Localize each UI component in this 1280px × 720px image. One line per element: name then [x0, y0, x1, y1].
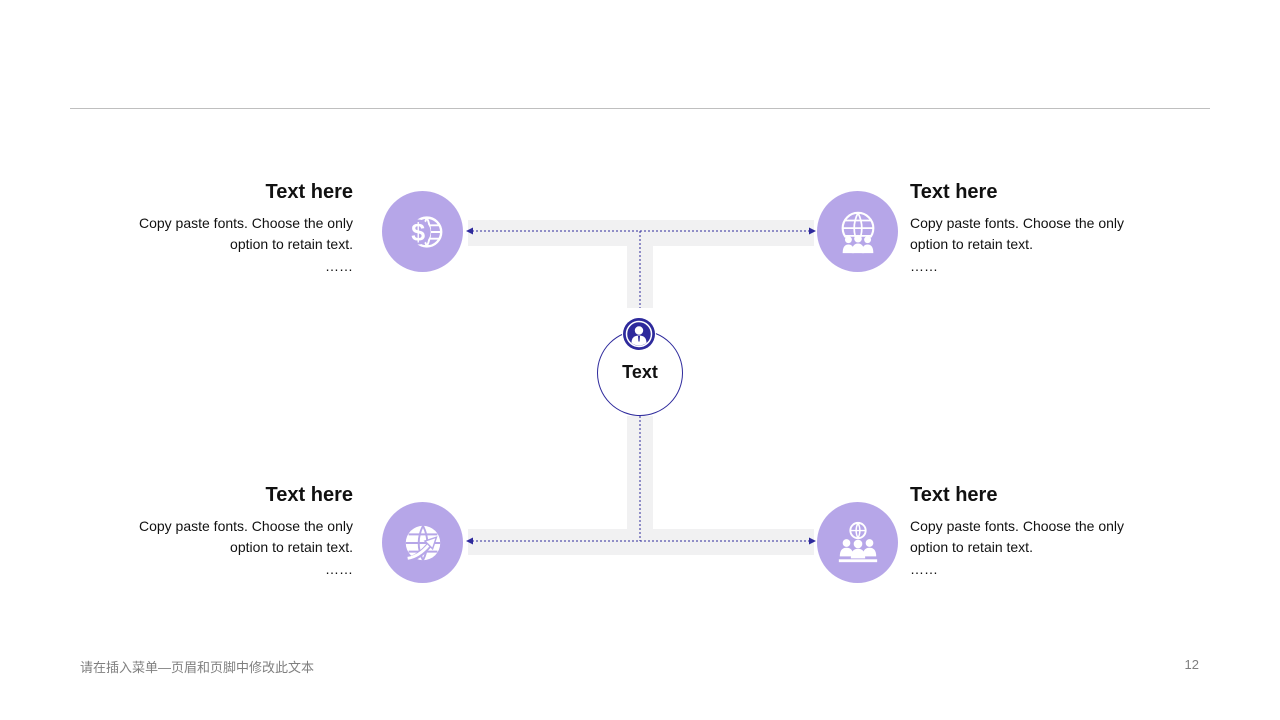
- block-ellipsis: ……: [910, 561, 938, 577]
- block-ellipsis: ……: [325, 561, 353, 577]
- text-block-bottom-right: Text here Copy paste fonts. Choose the o…: [910, 483, 1150, 580]
- text-block-top-right: Text here Copy paste fonts. Choose the o…: [910, 180, 1150, 277]
- text-block-top-left: Text here Copy paste fonts. Choose the o…: [113, 180, 353, 277]
- icon-circle-bottom-right: [817, 502, 898, 583]
- connector-track-upper: [627, 246, 653, 308]
- top-divider: [70, 108, 1210, 109]
- text-block-bottom-left: Text here Copy paste fonts. Choose the o…: [113, 483, 353, 580]
- block-title: Text here: [910, 484, 998, 506]
- globe-people-icon: [841, 211, 874, 253]
- globe-arrow-icon: [404, 524, 440, 563]
- icon-circle-bottom-left: [382, 502, 463, 583]
- footer-text: 请在插入菜单—页眉和页脚中修改此文本: [80, 660, 315, 675]
- block-description: Copy paste fonts. Choose the only option…: [138, 215, 353, 252]
- connector-track-lower: [627, 416, 653, 530]
- block-title: Text here: [265, 484, 353, 506]
- person-icon: [623, 318, 655, 350]
- connector-track-top: [468, 220, 814, 246]
- block-title: Text here: [910, 181, 998, 203]
- icon-circle-top-right: [817, 191, 898, 272]
- center-badge: [622, 317, 656, 351]
- block-ellipsis: ……: [325, 258, 353, 274]
- page-number: 12: [1184, 657, 1199, 672]
- icon-circle-top-left: $: [382, 191, 463, 272]
- block-description: Copy paste fonts. Choose the only option…: [138, 518, 353, 555]
- block-description: Copy paste fonts. Choose the only option…: [910, 518, 1125, 555]
- dollar-globe-icon: $: [405, 215, 442, 248]
- center-label: Text: [622, 362, 658, 382]
- connector-track-bottom: [468, 529, 814, 555]
- block-description: Copy paste fonts. Choose the only option…: [910, 215, 1125, 252]
- svg-text:$: $: [411, 218, 425, 246]
- team-globe-icon: [838, 521, 877, 562]
- block-title: Text here: [265, 181, 353, 203]
- block-ellipsis: ……: [910, 258, 938, 274]
